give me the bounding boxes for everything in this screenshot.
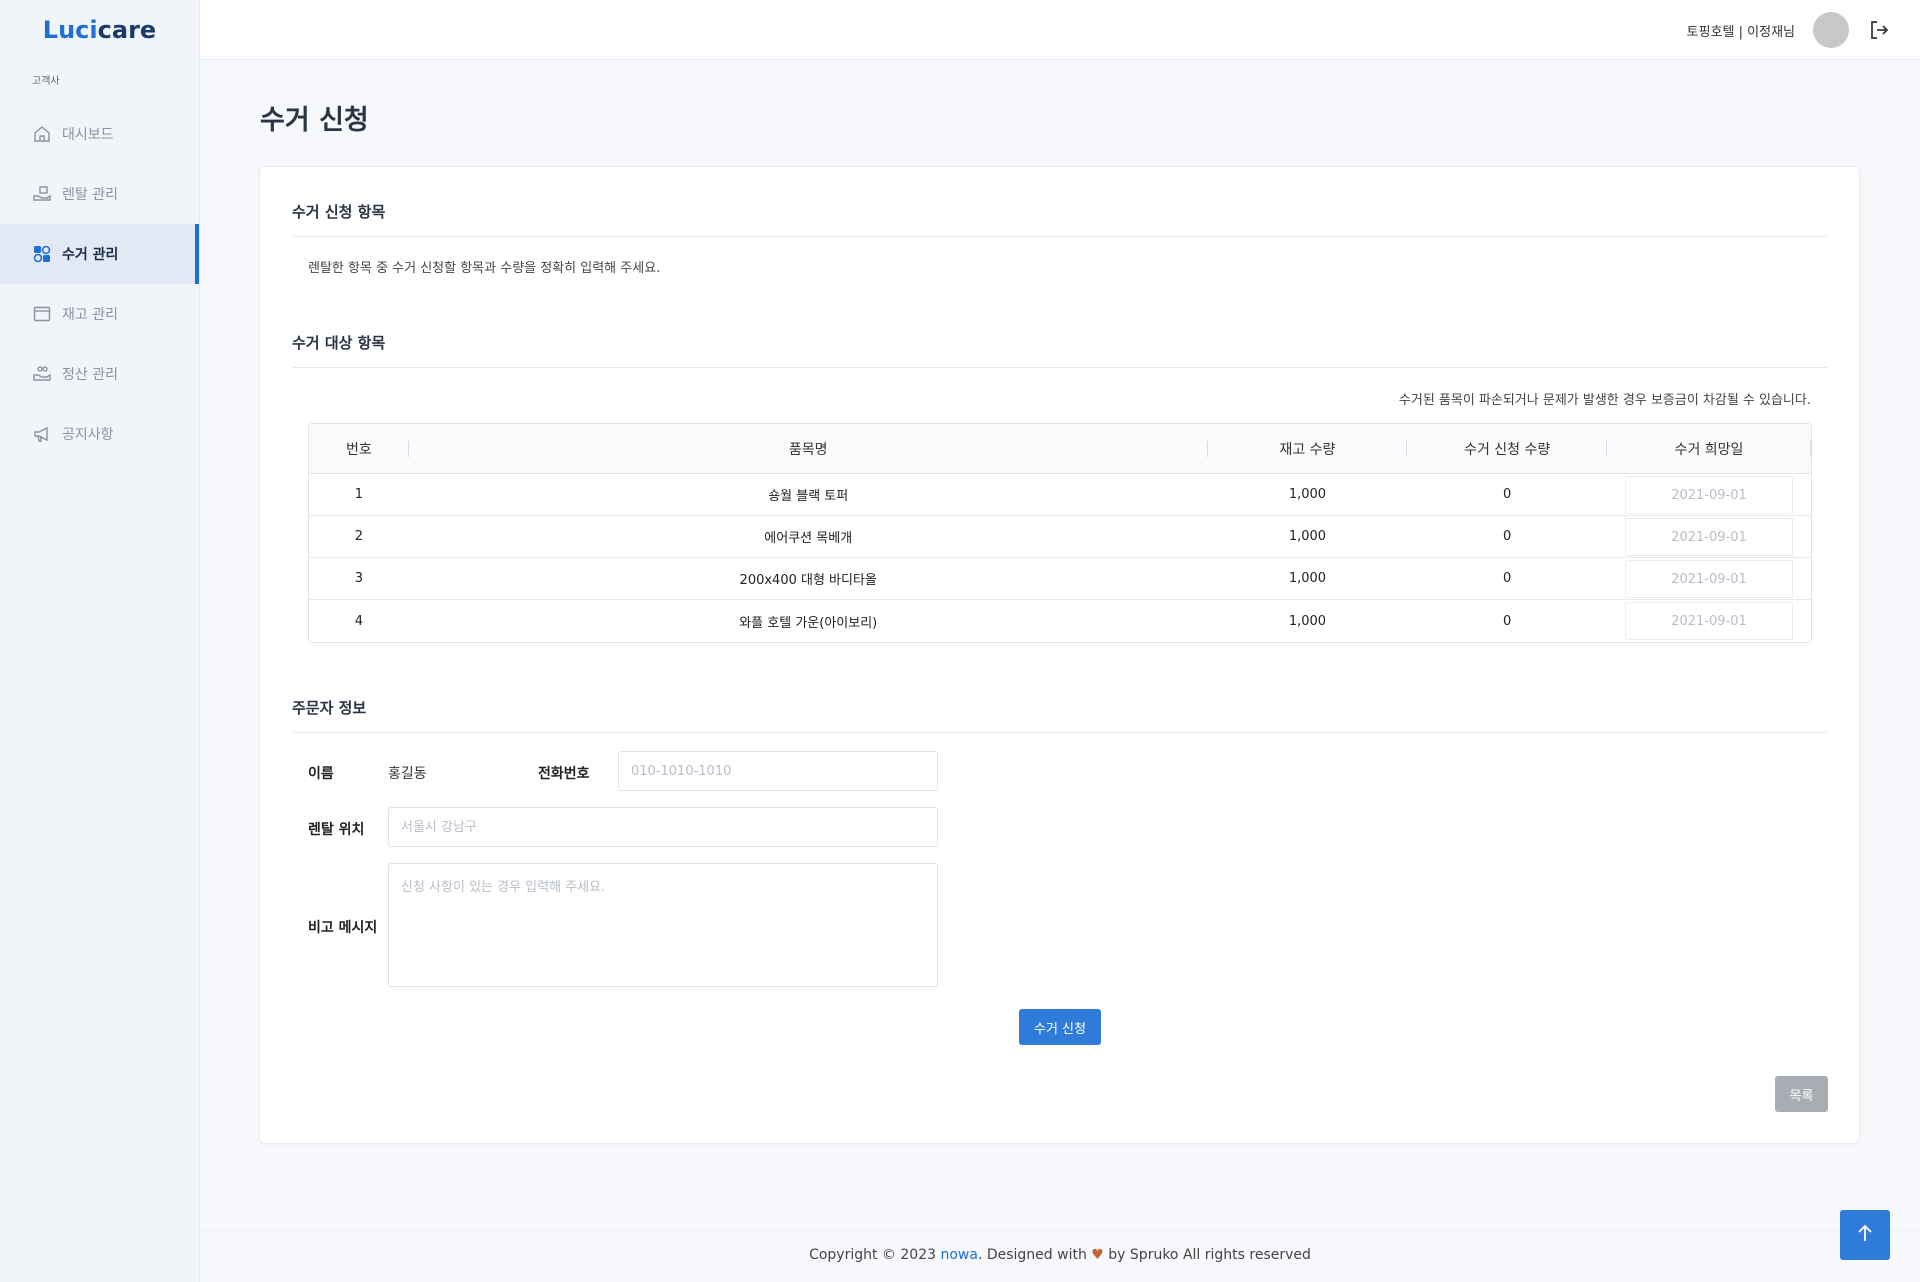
cell-stock: 1,000 bbox=[1207, 516, 1408, 558]
col-header-request-qty[interactable]: 수거 신청 수량 bbox=[1407, 424, 1608, 474]
scroll-to-top-button[interactable] bbox=[1840, 1210, 1890, 1260]
window-icon bbox=[32, 304, 52, 324]
table-header-row: 번호 품목명 재고 수량 수거 신청 수량 수거 희망일 bbox=[309, 424, 1811, 474]
sidebar-item-label: 수거 관리 bbox=[62, 247, 119, 263]
sidebar-item-label: 대시보드 bbox=[62, 127, 114, 143]
section-title-orderer-info: 주문자 정보 bbox=[292, 697, 1828, 733]
sidebar: Luci care 고객사 대시보드 렌탈 관리 수거 관리 재고 관리 정산 … bbox=[0, 0, 200, 1282]
logo[interactable]: Luci care bbox=[0, 0, 199, 60]
footer: Copyright © 2023 nowa. Designed with ♥ b… bbox=[200, 1230, 1920, 1282]
name-value: 홍길동 bbox=[388, 766, 427, 782]
pickup-request-card: 수거 신청 항목 렌탈한 항목 중 수거 신청할 항목과 수량을 정확히 입력해… bbox=[259, 166, 1860, 1144]
sidebar-item-label: 재고 관리 bbox=[62, 307, 118, 323]
user-name: 토핑호텔 | 이정재님 bbox=[1686, 25, 1795, 40]
hand-box-icon bbox=[32, 184, 52, 204]
name-label: 이름 bbox=[308, 766, 334, 782]
date-picker[interactable]: 2021-09-01 bbox=[1625, 559, 1793, 598]
sidebar-item-label: 공지사항 bbox=[62, 427, 114, 443]
avatar[interactable] bbox=[1813, 12, 1849, 48]
cell-desired-date: 2021-09-01 bbox=[1607, 474, 1811, 516]
location-input[interactable] bbox=[388, 807, 938, 847]
guide-text: 렌탈한 항목 중 수거 신청할 항목과 수량을 정확히 입력해 주세요. bbox=[308, 261, 661, 276]
table-row: 1 숑월 블랙 토퍼 1,000 0 2021-09-01 bbox=[309, 474, 1811, 516]
cell-item-name: 에어쿠션 목베개 bbox=[408, 516, 1208, 558]
cell-item-name: 200x400 대형 바디타올 bbox=[408, 558, 1208, 600]
hand-coins-icon bbox=[32, 364, 52, 384]
section-title-request-items: 수거 신청 항목 bbox=[292, 201, 1828, 237]
col-header-item-name[interactable]: 품목명 bbox=[408, 424, 1208, 474]
sidebar-item-notice[interactable]: 공지사항 bbox=[0, 404, 199, 464]
sidebar-item-pickup[interactable]: 수거 관리 bbox=[0, 224, 199, 284]
col-header-stock[interactable]: 재고 수량 bbox=[1207, 424, 1408, 474]
cell-no: 1 bbox=[309, 474, 409, 516]
cell-no: 4 bbox=[354, 613, 364, 629]
copyright-prefix: Copyright © 2023 bbox=[809, 1247, 941, 1263]
cell-no: 2 bbox=[309, 516, 409, 558]
table-row: 3 200x400 대형 바디타올 1,000 0 2021-09-01 bbox=[309, 558, 1811, 600]
sidebar-menu: 대시보드 렌탈 관리 수거 관리 재고 관리 정산 관리 공지사항 bbox=[0, 104, 199, 464]
phone-label: 전화번호 bbox=[538, 766, 590, 782]
cell-request-qty[interactable]: 0 bbox=[1407, 600, 1607, 642]
sidebar-item-inventory[interactable]: 재고 관리 bbox=[0, 284, 199, 344]
sidebar-section-label: 고객사 bbox=[32, 76, 60, 87]
cell-desired-date: 2021-09-01 bbox=[1607, 600, 1811, 642]
memo-textarea[interactable] bbox=[388, 863, 938, 987]
submit-pickup-button[interactable]: 수거 신청 bbox=[1019, 1009, 1101, 1045]
location-label: 렌탈 위치 bbox=[308, 822, 365, 838]
date-picker[interactable]: 2021-09-01 bbox=[1625, 517, 1793, 556]
home-icon bbox=[32, 124, 52, 144]
sidebar-item-settlement[interactable]: 정산 관리 bbox=[0, 344, 199, 404]
cell-stock: 1,000 bbox=[1288, 613, 1327, 629]
page-title: 수거 신청 bbox=[260, 105, 369, 136]
sidebar-item-dashboard[interactable]: 대시보드 bbox=[0, 104, 199, 164]
megaphone-icon bbox=[32, 424, 52, 444]
cell-request-qty[interactable]: 0 bbox=[1407, 474, 1608, 516]
cell-desired-date: 2021-09-01 bbox=[1607, 516, 1811, 558]
sidebar-item-label: 정산 관리 bbox=[62, 367, 118, 383]
col-header-no[interactable]: 번호 bbox=[309, 424, 409, 474]
logo-part-care: care bbox=[97, 16, 157, 44]
footer-brand-link[interactable]: nowa bbox=[940, 1247, 977, 1263]
section-title-target-items: 수거 대상 항목 bbox=[292, 332, 1828, 368]
list-button[interactable]: 목록 bbox=[1775, 1076, 1828, 1112]
date-picker[interactable]: 2021-09-01 bbox=[1625, 475, 1793, 514]
phone-input[interactable] bbox=[618, 751, 938, 791]
cell-request-qty[interactable]: 0 bbox=[1407, 516, 1608, 558]
sidebar-item-rental[interactable]: 렌탈 관리 bbox=[0, 164, 199, 224]
table-row: 2 에어쿠션 목베개 1,000 0 2021-09-01 bbox=[309, 516, 1811, 558]
cell-stock: 1,000 bbox=[1207, 558, 1408, 600]
cell-item-name: 숑월 블랙 토퍼 bbox=[408, 474, 1208, 516]
cell-request-qty[interactable]: 0 bbox=[1407, 558, 1608, 600]
cell-stock: 1,000 bbox=[1207, 474, 1408, 516]
deposit-notice: 수거된 품목이 파손되거나 문제가 발생한 경우 보증금이 차감될 수 있습니다… bbox=[1398, 393, 1811, 408]
cell-item-name: 와플 호텔 가운(아이보리) bbox=[739, 615, 878, 631]
col-header-desired-date[interactable]: 수거 희망일 bbox=[1607, 424, 1811, 474]
date-picker[interactable]: 2021-09-01 bbox=[1625, 602, 1793, 640]
table-row: 4 와플 호텔 가운(아이보리) 1,000 0 2021-09-01 bbox=[309, 600, 1811, 642]
sidebar-item-label: 렌탈 관리 bbox=[62, 187, 118, 203]
arrow-up-icon bbox=[1857, 1224, 1873, 1246]
cell-desired-date: 2021-09-01 bbox=[1607, 558, 1811, 600]
shapes-icon bbox=[32, 244, 52, 264]
logo-part-luci: Luci bbox=[42, 16, 98, 44]
copyright-middle: . Designed with bbox=[977, 1247, 1092, 1263]
logout-icon[interactable] bbox=[1868, 19, 1890, 41]
heart-icon: ♥ bbox=[1091, 1247, 1104, 1263]
top-header: 토핑호텔 | 이정재님 bbox=[200, 0, 1920, 60]
cell-no: 3 bbox=[309, 558, 409, 600]
memo-label: 비고 메시지 bbox=[308, 920, 378, 936]
pickup-items-table: 번호 품목명 재고 수량 수거 신청 수량 수거 희망일 1 숑월 블랙 토퍼 … bbox=[308, 423, 1812, 643]
copyright-suffix: by Spruko All rights reserved bbox=[1103, 1247, 1311, 1263]
